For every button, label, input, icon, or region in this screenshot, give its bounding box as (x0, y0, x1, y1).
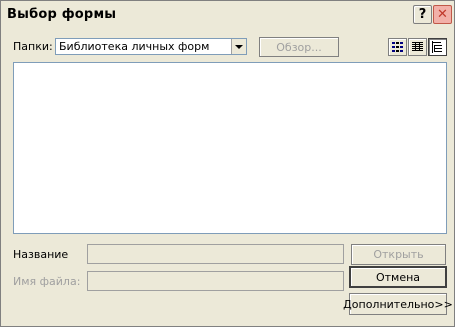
list-view-button[interactable] (388, 38, 407, 56)
open-button[interactable]: Открыть (351, 244, 446, 265)
tree-view-icon (432, 41, 442, 53)
choose-form-dialog: Выбор формы ? ✕ Папки: Библиотека личных… (0, 0, 455, 327)
cancel-button[interactable]: Отмена (349, 266, 447, 288)
tree-view-button[interactable] (428, 38, 447, 56)
folder-select[interactable]: Библиотека личных форм (55, 38, 247, 55)
forms-list[interactable] (13, 62, 447, 234)
name-field[interactable] (87, 244, 344, 264)
close-icon: ✕ (437, 7, 448, 22)
details-view-button[interactable] (408, 38, 427, 56)
help-button[interactable]: ? (413, 5, 432, 24)
help-icon: ? (418, 7, 427, 22)
name-label: Название (13, 248, 69, 261)
folder-dropdown-button[interactable] (231, 39, 246, 54)
filename-label: Имя файла: (13, 275, 81, 288)
list-view-icon (392, 42, 403, 52)
folder-label: Папки: (13, 40, 53, 53)
close-button[interactable]: ✕ (433, 5, 452, 24)
browse-button[interactable]: Обзор... (259, 37, 339, 57)
title-bar[interactable]: Выбор формы ? ✕ (1, 1, 454, 29)
chevron-down-icon (235, 44, 243, 49)
advanced-button[interactable]: Дополнительно>> (343, 293, 453, 315)
details-view-icon (412, 42, 423, 51)
folder-select-value: Библиотека личных форм (59, 40, 210, 53)
filename-field[interactable] (87, 271, 344, 291)
window-title: Выбор формы (7, 7, 117, 22)
